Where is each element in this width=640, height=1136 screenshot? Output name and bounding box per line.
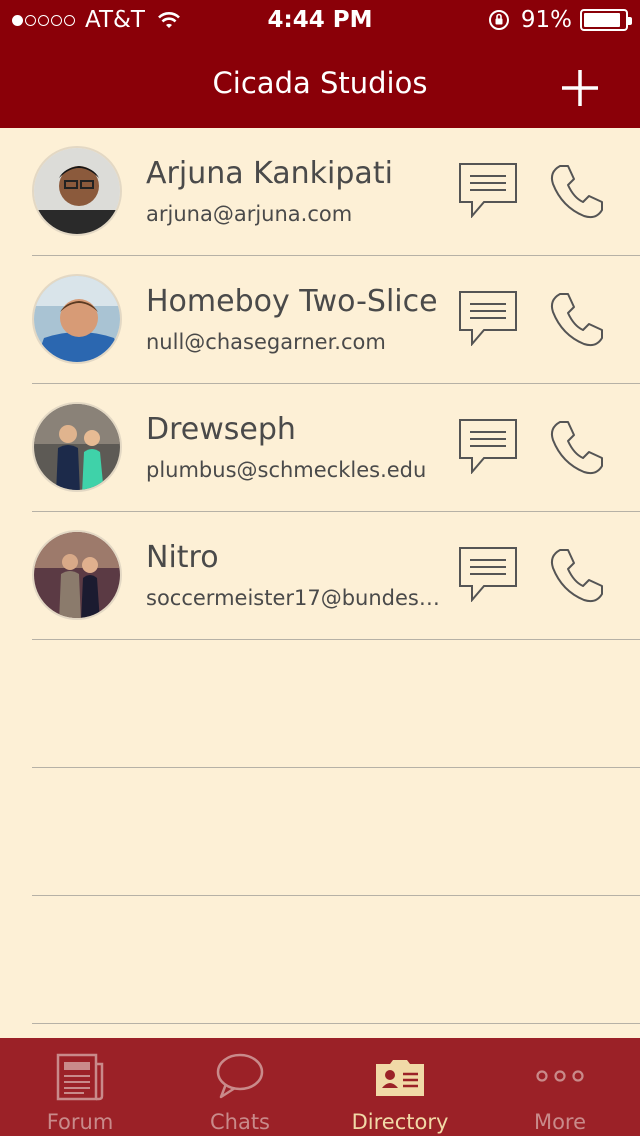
contact-email: arjuna@arjuna.com [146,202,353,226]
avatar [32,530,122,620]
call-button[interactable] [546,162,606,222]
battery-fill [584,13,621,27]
battery-tip [628,17,632,25]
empty-row [0,640,640,768]
contact-name: Arjuna Kankipati [146,156,393,191]
tab-label: Directory [351,1110,449,1134]
add-contact-button[interactable] [558,66,602,110]
contact-row[interactable]: Drewseph plumbus@schmeckles.edu [0,384,640,512]
tab-more[interactable]: More [480,1038,640,1136]
page-title: Cicada Studios [212,66,428,100]
battery-icon [580,9,632,31]
contact-email: null@chasegarner.com [146,330,386,354]
message-button[interactable] [458,162,518,218]
contact-name: Drewseph [146,412,296,447]
message-button[interactable] [458,418,518,474]
call-button[interactable] [546,418,606,478]
navigation-header: AT&T 4:44 PM 91% Cicada Studios [0,0,640,128]
avatar [32,146,122,236]
contact-row[interactable]: Homeboy Two-Slice null@chasegarner.com [0,256,640,384]
contact-row[interactable]: Nitro soccermeister17@bundes… [0,512,640,640]
contact-list: Arjuna Kankipati arjuna@arjuna.com Homeb… [0,128,640,1024]
status-bar: AT&T 4:44 PM 91% [0,0,640,40]
tab-forum[interactable]: Forum [0,1038,160,1136]
empty-row [0,896,640,1024]
tab-label: More [533,1110,587,1134]
chat-bubble-icon [216,1053,264,1099]
battery-status: 91% [487,7,632,33]
tab-label: Forum [46,1110,114,1134]
tab-chats[interactable]: Chats [160,1038,320,1136]
avatar [32,402,122,492]
contact-row[interactable]: Arjuna Kankipati arjuna@arjuna.com [0,128,640,256]
call-button[interactable] [546,290,606,350]
contact-name: Nitro [146,540,219,575]
newspaper-icon [56,1053,104,1101]
call-button[interactable] [546,546,606,606]
tab-bar: Forum Chats Directory More [0,1038,640,1136]
message-button[interactable] [458,546,518,602]
contact-name: Homeboy Two-Slice [146,284,438,319]
message-button[interactable] [458,290,518,346]
empty-row [0,768,640,896]
contact-email: plumbus@schmeckles.edu [146,458,427,482]
tab-directory[interactable]: Directory [320,1038,480,1136]
more-dots-icon [536,1070,584,1082]
battery-percent: 91% [520,7,572,33]
contact-email: soccermeister17@bundes… [146,586,440,610]
contact-card-icon [376,1060,424,1096]
tab-label: Chats [209,1110,271,1134]
rotation-lock-icon [488,10,509,30]
avatar [32,274,122,364]
